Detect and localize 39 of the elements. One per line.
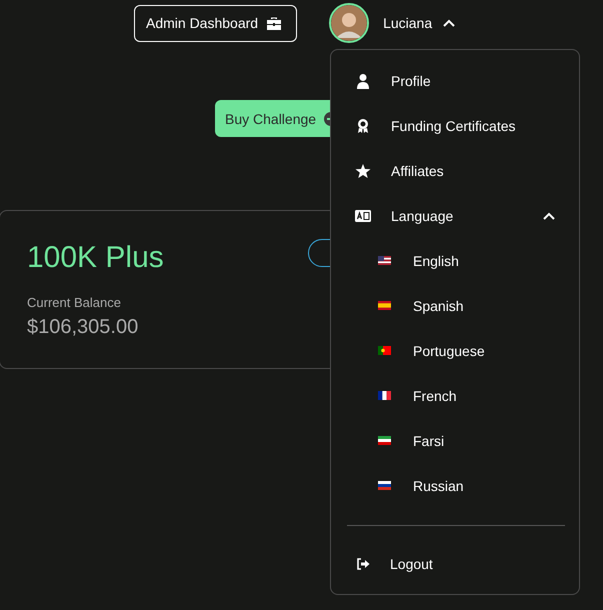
language-label: English [413, 252, 459, 268]
flag-icon [378, 346, 391, 355]
balance-value: $106,305.00 [27, 316, 138, 339]
star-icon [355, 162, 371, 178]
flag-icon [378, 481, 391, 490]
menu-item-label: Logout [390, 556, 433, 572]
language-label: Farsi [413, 432, 444, 448]
language-label: French [413, 388, 457, 404]
briefcase-icon [266, 16, 282, 30]
menu-item-label: Language [391, 208, 454, 224]
menu-item-label: Affiliates [391, 162, 444, 178]
balance-label: Current Balance [27, 295, 121, 310]
language-menu-item[interactable]: Language [331, 193, 579, 238]
language-option[interactable]: French [331, 373, 579, 418]
menu-item-label: Profile [391, 72, 431, 88]
profile-icon [355, 72, 371, 88]
language-option[interactable]: English [331, 238, 579, 283]
logout-menu-item[interactable]: Logout [331, 541, 579, 586]
flag-icon [378, 391, 391, 400]
admin-dashboard-button[interactable]: Admin Dashboard [134, 4, 298, 42]
flag-icon [378, 256, 391, 265]
language-option[interactable]: Spanish [331, 283, 579, 328]
menu-item[interactable]: Affiliates [331, 148, 579, 193]
language-label: Russian [413, 478, 464, 494]
flag-icon [378, 301, 391, 310]
user-menu-toggle[interactable]: Luciana [383, 15, 432, 31]
user-avatar[interactable] [329, 3, 370, 43]
logout-icon [355, 558, 371, 570]
language-option[interactable]: Portuguese [331, 328, 579, 373]
language-option[interactable]: Russian [331, 463, 579, 508]
certificate-icon [355, 118, 371, 134]
account-title: 100K Plus [27, 241, 164, 275]
language-label: Spanish [413, 298, 464, 314]
language-icon [355, 210, 371, 222]
menu-item-label: Funding Certificates [391, 118, 516, 134]
language-option[interactable]: Farsi [331, 418, 579, 463]
flag-icon [378, 436, 391, 445]
language-label: Portuguese [413, 342, 485, 358]
menu-item[interactable]: Profile [331, 58, 579, 103]
